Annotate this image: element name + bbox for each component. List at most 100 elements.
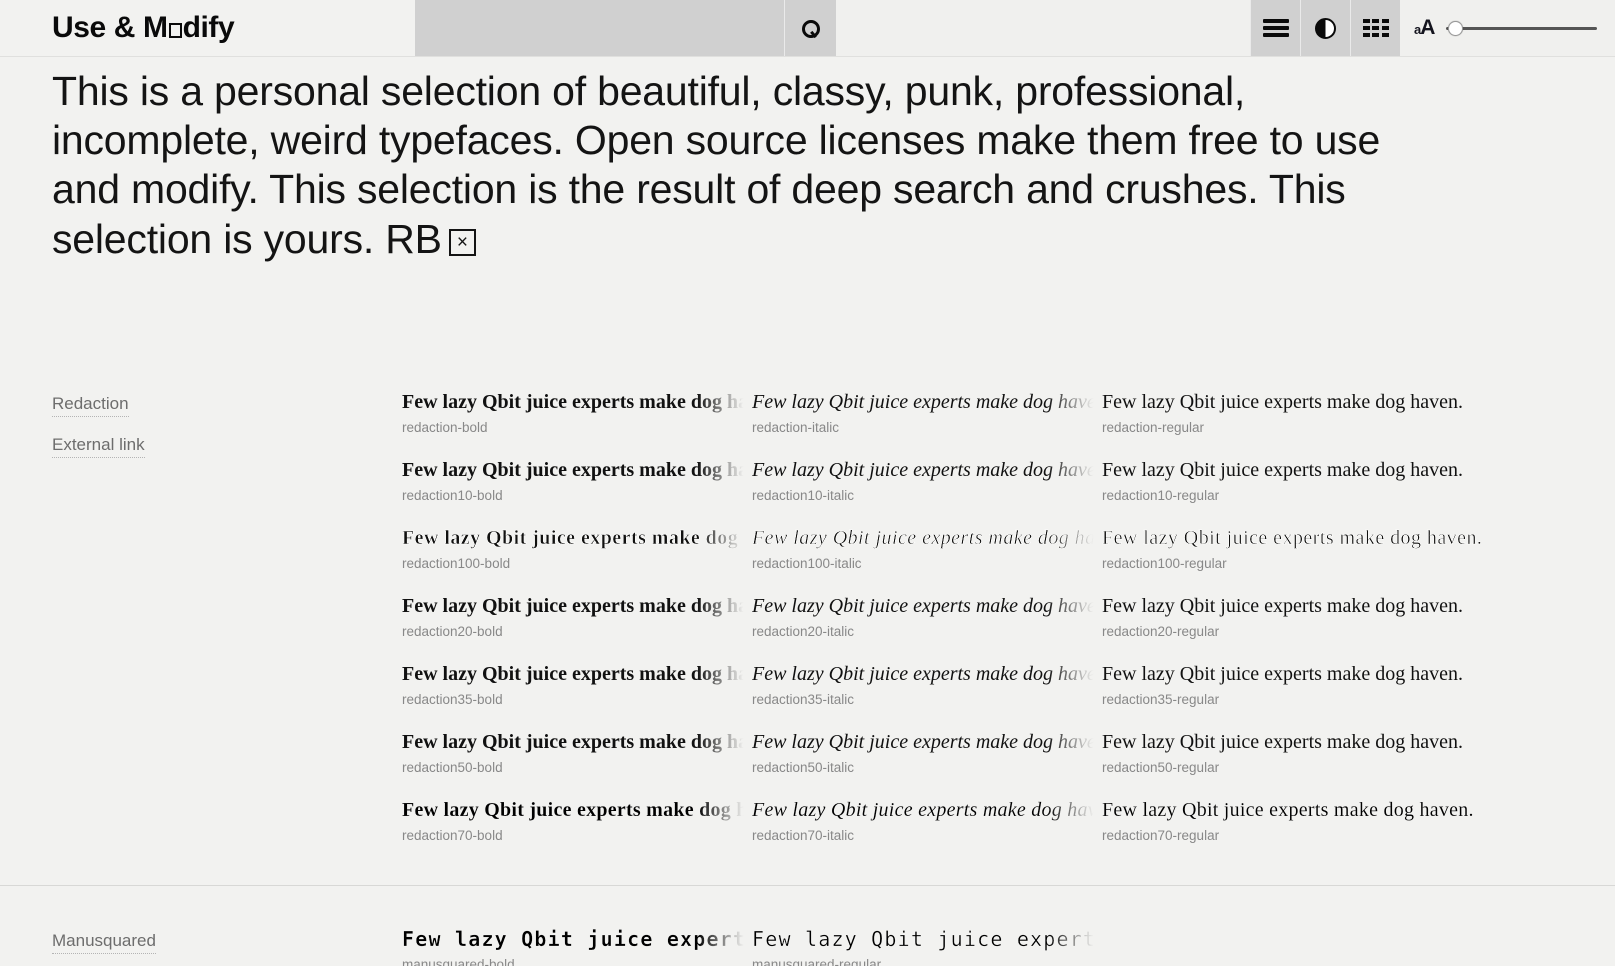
typeface-name-link[interactable]: Manusquared bbox=[52, 931, 156, 954]
contrast-circle-icon bbox=[1315, 17, 1336, 39]
external-link[interactable]: External link bbox=[52, 435, 145, 458]
specimen-row[interactable]: Few lazy Qbit juice experts make dog hav… bbox=[1102, 390, 1482, 435]
site-title: Use & M dify bbox=[52, 11, 235, 45]
specimen-variant-label: redaction35-italic bbox=[752, 691, 855, 707]
specimen-variant-label: redaction10-bold bbox=[402, 487, 503, 503]
specimen-variant-label: redaction50-bold bbox=[402, 759, 503, 775]
specimen-row[interactable]: Few lazy Qbit juice experts make dog hav… bbox=[752, 390, 1102, 435]
specimen-row[interactable]: Few lazy Qbit juice experts make dog hav… bbox=[752, 798, 1102, 843]
specimen-row[interactable]: Few lazy Qbit juice experts make dog hav… bbox=[402, 458, 752, 503]
specimen-row[interactable]: Few lazy Qbit juice experts make dog hav… bbox=[402, 594, 752, 639]
specimen-variant-label: redaction20-regular bbox=[1102, 623, 1220, 639]
specimen-row[interactable]: Few lazy Qbit juice experts make dog hav… bbox=[752, 927, 1102, 966]
specimen-sample-text: Few lazy Qbit juice experts make dog hav… bbox=[402, 458, 752, 481]
hamburger-menu-icon bbox=[1262, 19, 1289, 37]
specimen-variant-label: redaction35-regular bbox=[1102, 691, 1220, 707]
specimen-row[interactable]: Few lazy Qbit juice experts make dog hav… bbox=[1102, 526, 1482, 571]
specimen-row[interactable]: Few lazy Qbit juice experts make dog hav… bbox=[402, 798, 752, 843]
specimen-variant-label: redaction35-bold bbox=[402, 691, 503, 707]
grid-dots-icon bbox=[1362, 19, 1389, 37]
specimen-sample-text: Few lazy Qbit juice experts make dog hav… bbox=[752, 594, 1102, 617]
specimen-sample-text: Few lazy Qbit juice experts make dog hav… bbox=[402, 730, 752, 753]
font-size-label: aA bbox=[1414, 16, 1435, 40]
section-meta: Redaction External link bbox=[52, 390, 402, 843]
specimen-sample-text: Few lazy Qbit juice experts make dog hav… bbox=[402, 798, 752, 821]
specimen-variant-label: redaction20-bold bbox=[402, 623, 503, 639]
specimen-variant-label: manusquared-bold bbox=[402, 956, 515, 966]
specimen-row[interactable]: Few lazy Qbit juice experts make dog hav… bbox=[402, 526, 752, 571]
typeface-name-link[interactable]: Redaction bbox=[52, 394, 129, 417]
specimen-variant-label: redaction70-italic bbox=[752, 827, 855, 843]
specimen-column-regular: Few lazy Qbit juice experts make dog hav… bbox=[752, 926, 1102, 966]
specimen-sample-text: Few lazy Qbit juice experts make dog hav… bbox=[752, 730, 1102, 753]
contrast-toggle-button[interactable] bbox=[1300, 0, 1350, 56]
specimen-row[interactable]: Few lazy Qbit juice experts make dog hav… bbox=[1102, 458, 1482, 503]
specimen-sample-text: Few lazy Qbit juice experts make dog hav… bbox=[1102, 526, 1482, 549]
font-size-slider[interactable] bbox=[1446, 17, 1597, 39]
specimen-sample-text: Few lazy Qbit juice experts make dog hav… bbox=[1102, 730, 1463, 753]
specimen-sample-text: Few lazy Qbit juice experts make dog hav… bbox=[1102, 662, 1463, 685]
slider-thumb[interactable] bbox=[1447, 20, 1463, 36]
specimen-row[interactable]: Few lazy Qbit juice experts make dog hav… bbox=[752, 458, 1102, 503]
specimen-column-regular: Few lazy Qbit juice experts make dog hav… bbox=[1102, 390, 1482, 843]
menu-button[interactable] bbox=[1250, 0, 1300, 56]
specimen-row[interactable]: Few lazy Qbit juice experts make dog hav… bbox=[402, 730, 752, 775]
specimen-sample-text: Few lazy Qbit juice experts make dog hav… bbox=[402, 662, 752, 685]
specimen-columns: Few lazy Qbit juice experts make dog hav… bbox=[402, 389, 1563, 843]
specimen-variant-label: redaction50-italic bbox=[752, 759, 855, 775]
specimen-column-bold: Few lazy Qbit juice experts make dog hav… bbox=[402, 389, 752, 843]
font-size-big-a: A bbox=[1420, 16, 1435, 39]
specimen-variant-label: redaction100-regular bbox=[1102, 555, 1227, 571]
section-meta: ManusquaredExternal link bbox=[52, 927, 402, 966]
specimen-row[interactable]: Few lazy Qbit juice experts make dog hav… bbox=[1102, 594, 1482, 639]
search-button[interactable] bbox=[785, 0, 836, 56]
search-icon bbox=[802, 19, 820, 38]
specimen-row[interactable]: Few lazy Qbit juice experts make dog hav… bbox=[752, 526, 1102, 571]
grid-view-button[interactable] bbox=[1350, 0, 1400, 56]
specimen-sample-text: Few lazy Qbit juice experts make dog hav… bbox=[402, 594, 752, 617]
specimen-variant-label: redaction-italic bbox=[752, 419, 840, 435]
specimen-variant-label: redaction10-italic bbox=[752, 487, 855, 503]
specimen-columns: Few lazy Qbit juice experts make dog hav… bbox=[402, 926, 1563, 966]
specimen-row[interactable]: Few lazy Qbit juice experts make dog hav… bbox=[1102, 662, 1482, 707]
specimen-variant-label: redaction10-regular bbox=[1102, 487, 1220, 503]
specimen-row[interactable]: Few lazy Qbit juice experts make dog hav… bbox=[1102, 798, 1482, 843]
top-toolbar: Use & M dify aA bbox=[0, 0, 1615, 57]
slider-track bbox=[1446, 26, 1597, 30]
specimen-column-italic: Few lazy Qbit juice experts make dog hav… bbox=[752, 389, 1102, 843]
specimen-row[interactable]: Few lazy Qbit juice experts make dog hav… bbox=[752, 594, 1102, 639]
specimen-variant-label: redaction70-bold bbox=[402, 827, 503, 843]
specimen-sample-text: Few lazy Qbit juice experts make dog hav… bbox=[752, 390, 1102, 413]
specimen-variant-label: manusquared-regular bbox=[752, 956, 882, 966]
font-size-control: aA bbox=[1400, 0, 1615, 56]
specimen-row[interactable]: Few lazy Qbit juice experts make dog hav… bbox=[402, 390, 752, 435]
specimen-sample-text: Few lazy Qbit juice experts make dog hav… bbox=[752, 662, 1102, 685]
specimen-row[interactable]: Few lazy Qbit juice experts make dog hav… bbox=[752, 662, 1102, 707]
specimen-column-bold: Few lazy Qbit juice experts make dog hav… bbox=[402, 926, 752, 966]
specimen-sample-text: Few lazy Qbit juice experts make dog hav… bbox=[1102, 798, 1474, 821]
specimen-sample-text: Few lazy Qbit juice experts make dog hav… bbox=[402, 926, 752, 951]
specimen-sample-text: Few lazy Qbit juice experts make dog hav… bbox=[1102, 390, 1463, 413]
specimen-sample-text: Few lazy Qbit juice experts make dog hav… bbox=[1102, 594, 1463, 617]
specimen-variant-label: redaction100-italic bbox=[752, 555, 862, 571]
typeface-section: Redaction External link Few lazy Qbit juic… bbox=[0, 348, 1615, 885]
specimen-row[interactable]: Few lazy Qbit juice experts make dog hav… bbox=[1102, 730, 1482, 775]
search-input[interactable] bbox=[415, 0, 785, 56]
site-title-part-2: dify bbox=[182, 11, 235, 44]
specimen-row[interactable]: Few lazy Qbit juice experts make dog hav… bbox=[402, 927, 752, 966]
site-title-part-1: Use & M bbox=[52, 11, 168, 44]
section-inner: Redaction External link Few lazy Qbit juic… bbox=[52, 348, 1563, 885]
specimen-row[interactable]: Few lazy Qbit juice experts make dog hav… bbox=[402, 662, 752, 707]
specimen-variant-label: redaction100-bold bbox=[402, 555, 511, 571]
close-intro-button[interactable]: × bbox=[448, 228, 476, 256]
specimen-variant-label: redaction-regular bbox=[1102, 419, 1205, 435]
missing-glyph-box-icon bbox=[168, 23, 182, 38]
specimen-sample-text: Few lazy Qbit juice experts make dog hav… bbox=[402, 390, 752, 413]
brand-zone: Use & M dify bbox=[0, 0, 415, 56]
section-inner: ManusquaredExternal linkFew lazy Qbit ju… bbox=[52, 885, 1563, 966]
specimen-variant-label: redaction70-regular bbox=[1102, 827, 1220, 843]
specimen-sample-text: Few lazy Qbit juice experts make dog hav… bbox=[752, 926, 1102, 951]
specimen-row[interactable]: Few lazy Qbit juice experts make dog hav… bbox=[752, 730, 1102, 775]
typeface-sections: Redaction External link Few lazy Qbit juic… bbox=[0, 348, 1615, 966]
specimen-sample-text: Few lazy Qbit juice experts make dog hav… bbox=[752, 798, 1102, 821]
